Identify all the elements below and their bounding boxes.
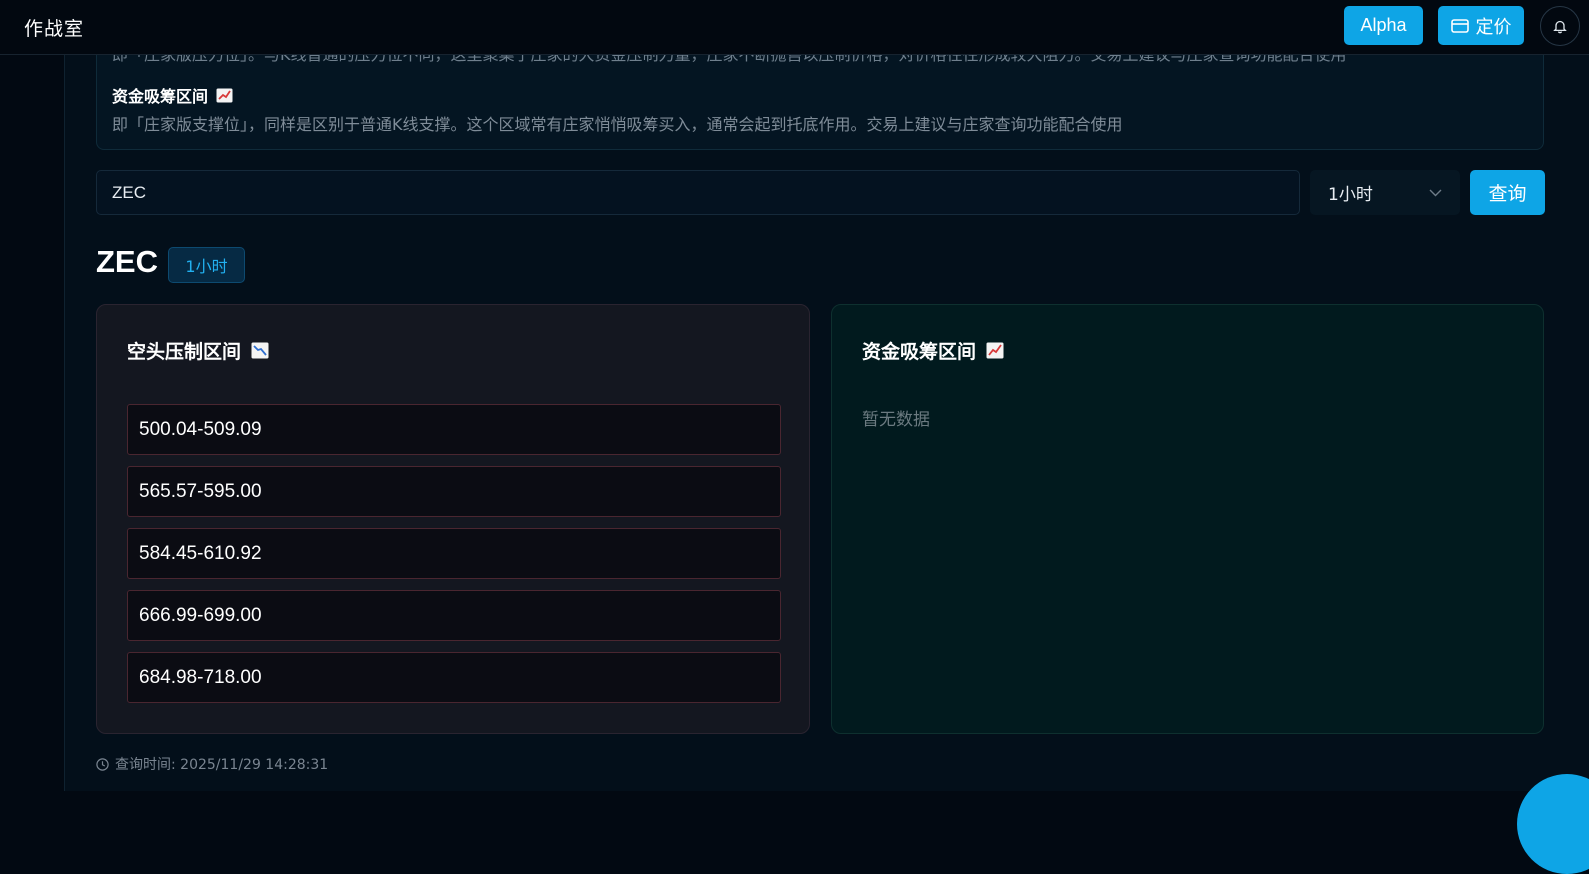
query-label: 查询	[1488, 184, 1527, 205]
intro-accumulate-title: 资金吸筹区间	[112, 87, 209, 106]
card-icon	[1450, 18, 1469, 33]
short-pressure-heading: 空头压制区间	[127, 337, 269, 364]
app-title: 作战室	[24, 18, 85, 40]
query-time: 查询时间: 2025/11/29 14:28:31	[96, 754, 328, 774]
bell-icon	[1553, 20, 1567, 33]
top-bar: 作战室 Alpha 定价	[0, 0, 1589, 55]
short-range-item: 684.98-718.00	[127, 652, 781, 703]
short-range-item: 500.04-509.09	[127, 404, 781, 455]
short-range-list: 500.04-509.09 565.57-595.00 584.45-610.9…	[127, 404, 781, 714]
short-range-item: 666.99-699.00	[127, 590, 781, 641]
short-pressure-title: 空头压制区间	[127, 341, 242, 363]
result-symbol: ZEC	[96, 244, 158, 279]
alpha-label: Alpha	[1360, 15, 1407, 35]
symbol-search-input[interactable]	[96, 170, 1300, 215]
short-range-item: 584.45-610.92	[127, 528, 781, 579]
accumulation-card: 资金吸筹区间 暂无数据	[831, 304, 1544, 734]
query-time-text: 查询时间: 2025/11/29 14:28:31	[115, 757, 329, 773]
intro-accumulate-desc: 即「庄家版支撑位」，同样是区别于普通K线支撑。这个区域常有庄家悄悄吸筹买入，通常…	[112, 115, 1123, 134]
pricing-button[interactable]: 定价	[1438, 6, 1524, 45]
timeframe-select[interactable]: 1小时	[1310, 170, 1460, 215]
chart-up-icon	[216, 88, 233, 102]
chart-up-icon	[986, 342, 1004, 359]
short-pressure-card: 空头压制区间 500.04-509.09 565.57-595.00 584.4…	[96, 304, 810, 734]
timeframe-selected: 1小时	[1328, 185, 1373, 205]
notification-button[interactable]	[1540, 6, 1580, 46]
empty-state-text: 暂无数据	[862, 410, 930, 430]
intro-accumulate-heading: 资金吸筹区间	[112, 83, 233, 107]
accumulation-heading: 资金吸筹区间	[862, 337, 1004, 364]
alpha-button[interactable]: Alpha	[1344, 6, 1423, 45]
clock-icon	[96, 757, 109, 771]
timeframe-badge: 1小时	[168, 247, 245, 283]
accumulation-title: 资金吸筹区间	[862, 341, 977, 363]
query-button[interactable]: 查询	[1470, 170, 1545, 215]
chevron-down-icon	[1429, 189, 1442, 196]
short-range-item: 565.57-595.00	[127, 466, 781, 517]
chart-down-icon	[251, 342, 269, 359]
pricing-label: 定价	[1475, 16, 1512, 37]
